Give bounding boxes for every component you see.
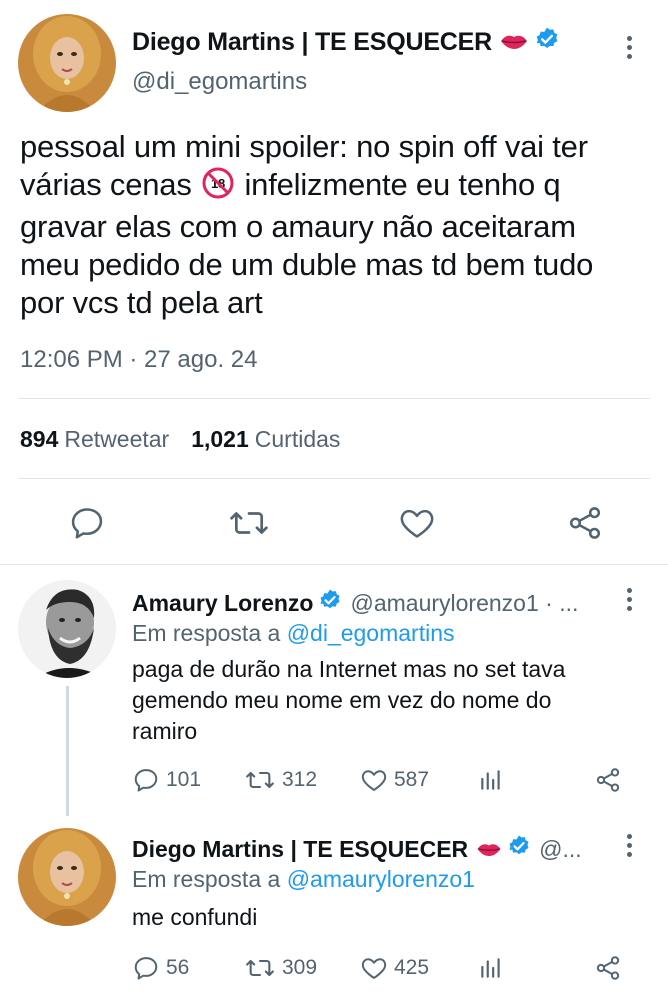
more-options-icon[interactable] [624, 588, 634, 615]
tweet-text-line: ramiro [132, 718, 198, 744]
like-count: 587 [394, 768, 430, 791]
lips-emoji-icon [500, 28, 528, 57]
share-icon[interactable] [566, 504, 604, 547]
retweet-icon[interactable] [244, 954, 276, 982]
reply-count: 56 [166, 956, 190, 979]
author-name-row[interactable]: Amaury Lorenzo @amaurylorenzo1 · ... [132, 588, 578, 618]
main-tweet: Diego Martins | TE ESQUECER @di_egomarti… [0, 0, 668, 562]
analytics-icon[interactable] [478, 766, 504, 794]
author-avatar[interactable] [18, 828, 116, 926]
tweet-text-line: gemendo meu nome em vez do nome do [132, 687, 552, 713]
tweet-text: pessoal um mini spoiler: no spin off vai… [20, 128, 660, 322]
tweet-text-line: paga de durão na Internet mas no set tav… [132, 656, 566, 682]
like-icon[interactable] [398, 504, 436, 547]
likes-count[interactable]: 1,021 [191, 426, 249, 452]
author-name-row[interactable]: Diego Martins | TE ESQUECER [132, 26, 560, 59]
author-handle[interactable]: @... [539, 836, 582, 863]
reply-action[interactable]: 56 [132, 954, 189, 982]
like-action[interactable]: 425 [360, 954, 429, 982]
author-name-row[interactable]: Diego Martins | TE ESQUECER @... [132, 834, 582, 864]
reply-target-link[interactable]: @di_egomartins [287, 620, 455, 646]
author-name[interactable]: Diego Martins | TE ESQUECER [132, 28, 492, 57]
reply-icon[interactable] [68, 504, 106, 547]
thread-connector [66, 686, 69, 816]
author-name[interactable]: Amaury Lorenzo [132, 590, 313, 617]
tweet-timestamp[interactable]: 12:06 PM · 27 ago. 24 [20, 346, 258, 374]
tweet-text-fragment: infelizmente eu tenho q [244, 167, 561, 202]
tweet-text-fragment: várias cenas [20, 167, 192, 202]
retweet-action[interactable]: 312 [244, 766, 317, 794]
reply-target-link[interactable]: @amaurylorenzo1 [287, 866, 475, 892]
author-avatar[interactable] [18, 580, 116, 678]
retweets-count[interactable]: 894 [20, 426, 58, 452]
author-name[interactable]: Diego Martins | TE ESQUECER [132, 836, 468, 863]
tweet-text: paga de durão na Internet mas no set tav… [132, 654, 632, 747]
divider [18, 478, 650, 479]
like-count: 425 [394, 956, 430, 979]
more-options-icon[interactable] [624, 834, 634, 861]
retweet-action[interactable]: 309 [244, 954, 317, 982]
likes-label[interactable]: Curtidas [255, 426, 341, 452]
tweet-text-line: meu pedido de um duble mas td bem tudo [20, 247, 594, 282]
like-icon[interactable] [360, 766, 388, 794]
tweet-text-line: pessoal um mini spoiler: no spin off vai… [20, 129, 588, 164]
author-handle[interactable]: @di_egomartins [132, 68, 307, 96]
tweet-text: me confundi [132, 902, 632, 933]
reply-context: Em resposta a @amaurylorenzo1 [132, 866, 475, 893]
retweet-count: 312 [282, 768, 318, 791]
like-action[interactable]: 587 [360, 766, 429, 794]
more-options-icon[interactable] [624, 36, 634, 63]
no-one-under-18-emoji-icon: 18 [202, 167, 234, 208]
reply-icon[interactable] [132, 766, 160, 794]
tweet-text-line: me confundi [132, 904, 258, 930]
like-icon[interactable] [360, 954, 388, 982]
share-icon[interactable] [594, 954, 622, 982]
retweet-count: 309 [282, 956, 318, 979]
reply-context: Em resposta a @di_egomartins [132, 620, 455, 647]
tweet-actions: 56 309 425 [132, 954, 632, 988]
reply-prefix: Em resposta a [132, 866, 281, 892]
verified-badge-icon [318, 588, 342, 618]
tweet-actions [0, 498, 668, 550]
retweet-icon[interactable] [228, 504, 270, 547]
analytics-icon[interactable] [478, 954, 504, 982]
tweet-text-line: gravar elas com o amaury não aceitaram [20, 209, 576, 244]
retweet-icon[interactable] [244, 766, 276, 794]
reply-count: 101 [166, 768, 202, 791]
reply-icon[interactable] [132, 954, 160, 982]
tweet-actions: 101 312 587 [132, 766, 632, 800]
tweet-text-line: por vcs td pela art [20, 285, 263, 320]
author-avatar[interactable] [18, 14, 116, 112]
retweets-label[interactable]: Retweetar [64, 426, 169, 452]
tweet-stats: 894 Retweetar 1,021 Curtidas [20, 426, 340, 453]
tweet-text-line: várias cenas 18 infelizmente eu tenho q [20, 166, 660, 208]
verified-badge-icon [534, 26, 560, 59]
reply-action[interactable]: 101 [132, 766, 201, 794]
divider [18, 398, 650, 399]
author-handle[interactable]: @amaurylorenzo1 · ... [350, 590, 578, 617]
share-icon[interactable] [594, 766, 622, 794]
verified-badge-icon [507, 834, 531, 864]
divider [0, 564, 668, 565]
reply-prefix: Em resposta a [132, 620, 281, 646]
lips-emoji-icon [476, 836, 502, 863]
